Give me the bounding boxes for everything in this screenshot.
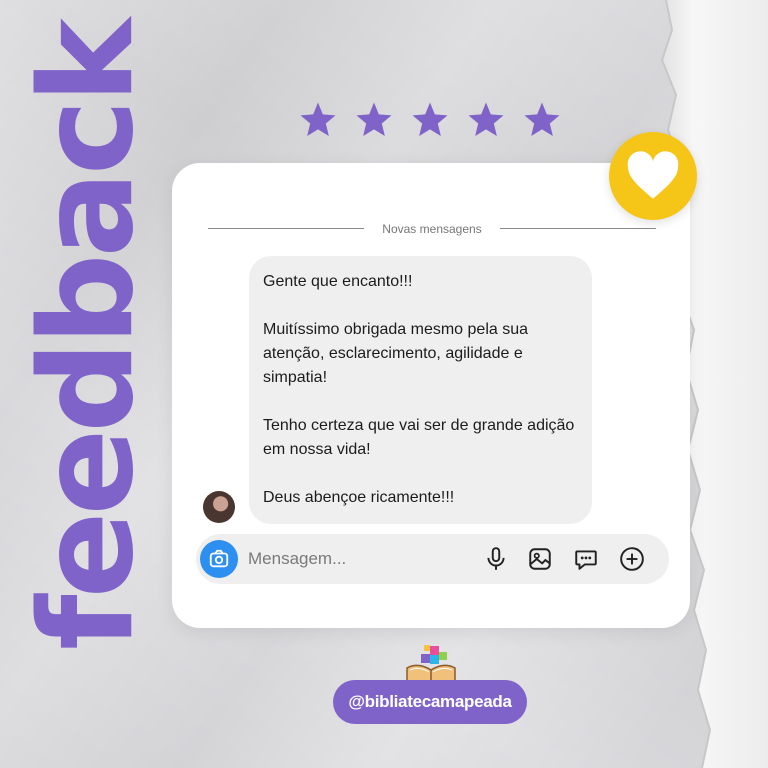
image-icon[interactable]: [527, 546, 553, 572]
star-icon: [300, 102, 336, 136]
heart-icon: [627, 151, 679, 199]
divider-label: Novas mensagens: [382, 222, 482, 236]
chat-card: Novas mensagens Gente que encanto!!! Mui…: [172, 163, 690, 628]
star-icon: [468, 102, 504, 136]
star-icon: [412, 102, 448, 136]
camera-icon: [209, 549, 229, 568]
message-paragraph: Deus abençoe ricamente!!!: [263, 489, 455, 506]
message-bubble: Gente que encanto!!! Muitíssimo obrigada…: [249, 256, 592, 524]
message-paragraph: Gente que encanto!!!: [263, 273, 413, 290]
rating-stars: [298, 100, 562, 140]
plus-circle-icon[interactable]: [619, 546, 645, 572]
star-icon: [356, 102, 392, 136]
feedback-title: feedback: [13, 22, 162, 650]
avatar[interactable]: [203, 491, 235, 523]
message-input[interactable]: Mensagem...: [248, 547, 346, 571]
new-messages-divider: Novas mensagens: [208, 221, 656, 237]
message-paragraph: Muitíssimo obrigada mesmo pela sua atenç…: [263, 321, 529, 386]
heart-badge: [609, 132, 697, 220]
camera-button[interactable]: [200, 540, 238, 578]
star-icon: [524, 102, 560, 136]
microphone-icon[interactable]: [483, 546, 509, 572]
divider-line-right: [500, 228, 656, 229]
social-handle[interactable]: @bibliatecamapeada: [333, 680, 527, 724]
message-composer[interactable]: Mensagem...: [196, 534, 669, 584]
message-paragraph: Tenho certeza que vai ser de grande adiç…: [263, 417, 575, 458]
chat-bubble-icon[interactable]: [573, 546, 599, 572]
